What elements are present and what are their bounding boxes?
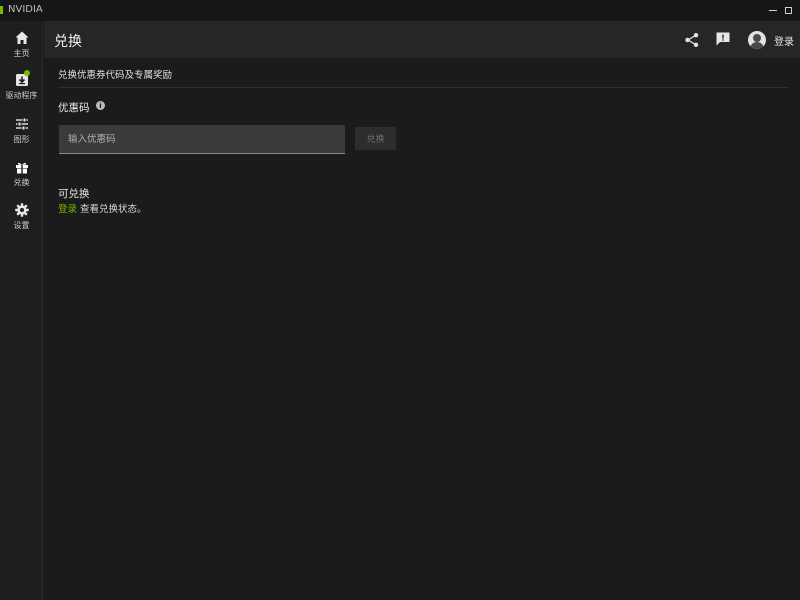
minimize-icon [769, 10, 777, 11]
sidebar-item-graphics[interactable]: 图形 [0, 111, 43, 151]
avatar[interactable] [748, 31, 766, 49]
login-link[interactable]: 登录 [58, 204, 77, 215]
login-link[interactable]: 登录 [774, 33, 794, 48]
app-title: NVIDIA [8, 4, 43, 15]
sidebar-item-label: 设置 [13, 221, 30, 230]
feedback-icon[interactable] [714, 30, 732, 48]
redeemable-title: 可兑换 [58, 188, 90, 200]
sidebar-item-label: 主页 [13, 49, 30, 58]
redeem-button[interactable]: 兑换 [355, 127, 396, 150]
maximize-icon [784, 7, 792, 14]
share-icon[interactable] [683, 31, 701, 49]
coupon-code-label: 优惠码 [58, 102, 90, 114]
sidebar-item-label: 图形 [13, 135, 30, 144]
sidebar-item-label: 驱动程序 [5, 91, 38, 100]
status-text: 查看兑换状态。 [77, 204, 147, 215]
main-content: 兑换优惠券代码及专属奖励 优惠码 i 兑换 可兑换 登录 查看兑换状态。 [44, 58, 800, 600]
divider [58, 87, 788, 88]
coupon-code-input[interactable] [59, 125, 345, 154]
page-title: 兑换 [54, 34, 82, 50]
info-icon[interactable]: i [96, 101, 105, 110]
gear-icon [14, 203, 29, 217]
nvidia-logo-icon [0, 6, 3, 14]
page-subtitle: 兑换优惠券代码及专属奖励 [58, 70, 173, 81]
sliders-icon [15, 117, 28, 131]
sidebar-item-home[interactable]: 主页 [0, 25, 43, 65]
sidebar: 主页 驱动程序 图形 兑换 设置 [0, 21, 43, 600]
sidebar-item-label: 兑换 [13, 178, 30, 187]
sidebar-item-redeem[interactable]: 兑换 [0, 154, 43, 194]
gift-icon [15, 162, 28, 174]
home-icon [15, 31, 28, 44]
app-window: NVIDIA 主页 驱动程序 图形 兑换 设置 兑换 登录 兑换优惠券代码及专属… [0, 0, 800, 600]
maximize-button[interactable] [778, 0, 798, 21]
title-bar: NVIDIA [0, 0, 800, 21]
sidebar-item-settings[interactable]: 设置 [0, 197, 43, 237]
sidebar-item-drivers[interactable]: 驱动程序 [0, 67, 43, 107]
page-header: 兑换 登录 [44, 21, 800, 58]
redeemable-status-line: 登录 查看兑换状态。 [58, 201, 147, 215]
update-badge [24, 70, 30, 76]
